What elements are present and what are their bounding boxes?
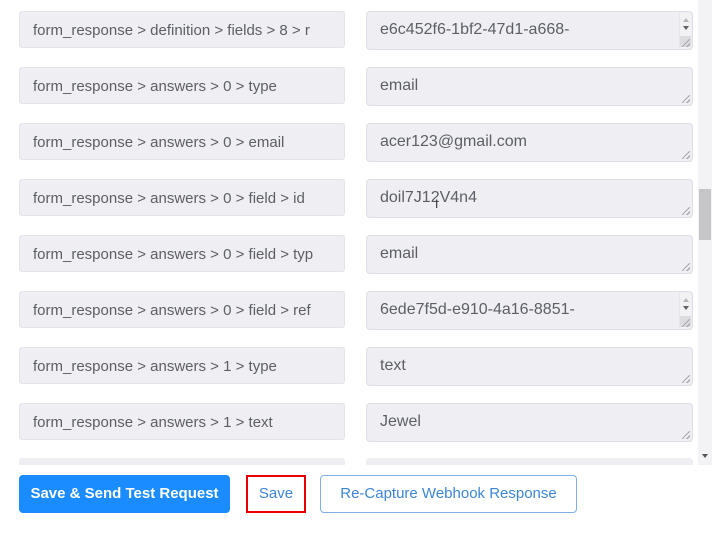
- resize-grip-icon[interactable]: [682, 95, 690, 103]
- save-button[interactable]: Save: [246, 475, 306, 513]
- field-row: form_response > answers > 0 > field > id…: [19, 178, 693, 234]
- key-field[interactable]: form_response > answers > 0 > field > id: [19, 179, 345, 216]
- field-row: form_response > answers > 0 > type email: [19, 66, 693, 122]
- value-textarea[interactable]: text: [366, 347, 693, 386]
- field-row-partial: [19, 458, 693, 465]
- field-row: form_response > definition > fields > 8 …: [19, 10, 693, 66]
- value-text: email: [380, 77, 419, 94]
- action-bar: Save & Send Test Request Save Re-Capture…: [0, 465, 726, 533]
- value-text: Jewel: [380, 413, 421, 430]
- resize-grip-icon[interactable]: [682, 375, 690, 383]
- scroll-down-arrow-icon[interactable]: [683, 26, 689, 30]
- field-row: form_response > answers > 1 > type text: [19, 346, 693, 402]
- resize-grip-icon[interactable]: [682, 263, 690, 271]
- save-and-send-test-request-button[interactable]: Save & Send Test Request: [19, 475, 230, 513]
- resize-grip-icon[interactable]: [682, 207, 690, 215]
- key-field[interactable]: form_response > answers > 0 > email: [19, 123, 345, 160]
- recapture-webhook-response-button[interactable]: Re-Capture Webhook Response: [320, 475, 577, 513]
- key-field[interactable]: form_response > answers > 0 > field > re…: [19, 291, 345, 328]
- resize-grip-icon[interactable]: [682, 151, 690, 159]
- scroll-down-arrow-icon[interactable]: [683, 306, 689, 310]
- resize-grip-icon[interactable]: [682, 431, 690, 439]
- value-text: 6ede7f5d-e910-4a16-8851-: [380, 301, 575, 318]
- overflow-text: · · ·: [380, 45, 692, 49]
- value-textarea[interactable]: Jewel: [366, 403, 693, 442]
- key-field[interactable]: form_response > definition > fields > 8 …: [19, 11, 345, 48]
- value-text: e6c452f6-1bf2-47d1-a668-: [380, 21, 570, 38]
- value-textarea[interactable]: email: [366, 235, 693, 274]
- value-text: text: [380, 357, 406, 374]
- value-text: doil7J12V4n4: [380, 189, 477, 206]
- page-scrollbar[interactable]: [698, 0, 712, 465]
- value-text: acer123@gmail.com: [380, 133, 527, 150]
- key-field[interactable]: [19, 458, 345, 465]
- scrollbar-thumb[interactable]: [699, 189, 711, 240]
- field-row: form_response > answers > 0 > email acer…: [19, 122, 693, 178]
- overflow-text: · · ·: [380, 325, 692, 329]
- resize-grip-icon[interactable]: [682, 319, 690, 327]
- scroll-up-arrow-icon[interactable]: [683, 18, 689, 22]
- key-field[interactable]: form_response > answers > 0 > type: [19, 67, 345, 104]
- key-field[interactable]: form_response > answers > 0 > field > ty…: [19, 235, 345, 272]
- scroll-up-arrow-icon[interactable]: [683, 298, 689, 302]
- value-text: email: [380, 245, 419, 262]
- key-field[interactable]: form_response > answers > 1 > text: [19, 403, 345, 440]
- scroll-down-arrow-icon[interactable]: [702, 454, 708, 458]
- field-rows: form_response > definition > fields > 8 …: [19, 10, 693, 458]
- field-row: form_response > answers > 0 > field > ty…: [19, 234, 693, 290]
- value-textarea[interactable]: doil7J12V4n4: [366, 179, 693, 218]
- value-textarea[interactable]: [366, 458, 693, 465]
- resize-grip-icon[interactable]: [682, 39, 690, 47]
- value-textarea[interactable]: acer123@gmail.com: [366, 123, 693, 162]
- field-mapping-list: form_response > definition > fields > 8 …: [0, 0, 726, 465]
- field-row: form_response > answers > 0 > field > re…: [19, 290, 693, 346]
- value-textarea[interactable]: 6ede7f5d-e910-4a16-8851- · · ·: [366, 291, 693, 330]
- key-field[interactable]: form_response > answers > 1 > type: [19, 347, 345, 384]
- field-row: form_response > answers > 1 > text Jewel: [19, 402, 693, 458]
- value-textarea[interactable]: e6c452f6-1bf2-47d1-a668- · · ·: [366, 11, 693, 50]
- value-textarea[interactable]: email: [366, 67, 693, 106]
